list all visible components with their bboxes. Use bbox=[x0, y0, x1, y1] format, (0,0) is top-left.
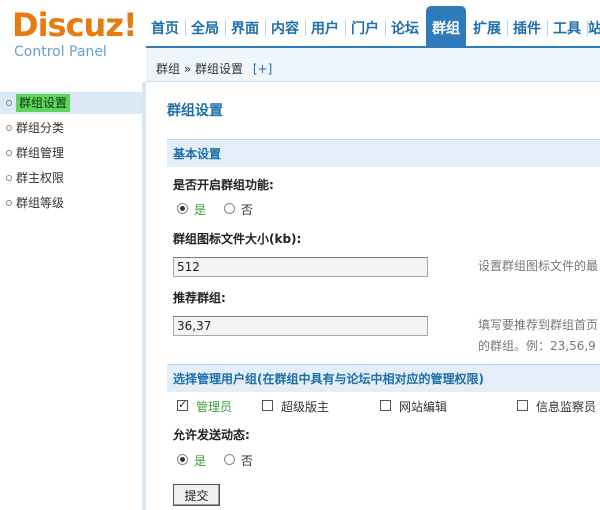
editor-checkbox-label[interactable]: 网站编辑 bbox=[399, 400, 447, 414]
nav-plugin[interactable]: 插件 bbox=[508, 6, 546, 46]
admin-groups-header: 选择管理用户组(在群组中具有与论坛中相对应的管理权限) bbox=[167, 364, 600, 392]
admin-group-inspector[interactable]: 信息监察员 bbox=[517, 398, 596, 414]
sidebar-item-label: 群组分类 bbox=[16, 121, 65, 135]
sidebar: 群组设置 群组分类 群组管理 群主权限 群组等级 bbox=[0, 82, 146, 510]
icon-size-hint: 设置群组图标文件的最 bbox=[478, 259, 599, 273]
enable-group-label: 是否开启群组功能: bbox=[173, 178, 274, 192]
sidebar-item-group-manage[interactable]: 群组管理 bbox=[0, 142, 142, 164]
allow-feed-label: 允许发送动态: bbox=[173, 428, 250, 442]
nav-global[interactable]: 全局 bbox=[186, 6, 224, 46]
admin-groups-checkboxes: 管理员 超级版主 网站编辑 信息监察员 bbox=[177, 398, 600, 414]
nav-content[interactable]: 内容 bbox=[266, 6, 304, 46]
logo-subtitle: Control Panel bbox=[14, 44, 107, 60]
nav-tools[interactable]: 工具 bbox=[548, 6, 586, 46]
editor-checkbox[interactable] bbox=[380, 400, 391, 411]
super-mod-checkbox[interactable] bbox=[262, 400, 273, 411]
enable-group-yes-label[interactable]: 是 bbox=[194, 203, 206, 217]
allow-feed-yes-label[interactable]: 是 bbox=[194, 454, 206, 468]
nav-interface[interactable]: 界面 bbox=[226, 6, 264, 46]
enable-group-no-label[interactable]: 否 bbox=[241, 203, 253, 217]
allow-feed-no-label[interactable]: 否 bbox=[241, 454, 253, 468]
sidebar-item-label: 群组管理 bbox=[16, 146, 65, 160]
top-nav: 首页 全局 界面 内容 用户 门户 论坛 群组 扩展 插件 工具 站 bbox=[146, 6, 600, 46]
inspector-checkbox-label[interactable]: 信息监察员 bbox=[536, 400, 596, 414]
allow-feed-radios: 是 否 bbox=[177, 452, 267, 468]
add-shortcut-link[interactable]: [+] bbox=[253, 62, 272, 76]
header: Discuz! Control Panel 首页 全局 界面 内容 用户 门户 … bbox=[0, 0, 600, 82]
basic-settings-header: 基本设置 bbox=[167, 139, 600, 167]
nav-group[interactable]: 群组 bbox=[426, 6, 466, 46]
super-mod-checkbox-label[interactable]: 超级版主 bbox=[281, 400, 329, 414]
bullet-icon bbox=[6, 199, 12, 206]
recommend-hint-line1: 填写要推荐到群组首页 bbox=[478, 318, 599, 332]
breadcrumb-separator: » bbox=[183, 62, 192, 76]
enable-group-yes-radio[interactable] bbox=[177, 203, 188, 214]
breadcrumb: 群组 » 群组设置 [+] bbox=[156, 60, 272, 77]
sidebar-item-group-levels[interactable]: 群组等级 bbox=[0, 192, 142, 214]
recommend-label: 推荐群组: bbox=[173, 291, 226, 305]
admin-group-admin[interactable]: 管理员 bbox=[177, 398, 232, 414]
logo-title: Discuz! bbox=[12, 6, 138, 44]
admin-checkbox-label[interactable]: 管理员 bbox=[196, 400, 232, 414]
sidebar-item-label: 群组等级 bbox=[16, 196, 65, 210]
bullet-icon bbox=[6, 124, 12, 131]
main-content: 群组设置 基本设置 是否开启群组功能: 是 否 群组图标文件大小(kb): 设置… bbox=[150, 82, 600, 510]
nav-forum[interactable]: 论坛 bbox=[386, 6, 424, 46]
breadcrumb-parent[interactable]: 群组 bbox=[156, 62, 180, 76]
nav-portal[interactable]: 门户 bbox=[346, 6, 384, 46]
logo[interactable]: Discuz! Control Panel bbox=[10, 6, 140, 62]
sidebar-item-group-category[interactable]: 群组分类 bbox=[0, 117, 142, 139]
sidebar-item-label: 群组设置 bbox=[16, 94, 71, 112]
bullet-icon bbox=[6, 174, 12, 181]
allow-feed-no-radio[interactable] bbox=[223, 454, 235, 465]
inspector-checkbox[interactable] bbox=[517, 400, 528, 411]
breadcrumb-current: 群组设置 bbox=[195, 62, 244, 76]
recommend-input[interactable] bbox=[173, 316, 428, 336]
admin-group-super-mod[interactable]: 超级版主 bbox=[262, 398, 329, 414]
recommend-hint-line2: 的群组。例：23,56,9 bbox=[478, 339, 596, 353]
enable-group-no-radio[interactable] bbox=[223, 203, 235, 214]
sidebar-item-group-settings[interactable]: 群组设置 bbox=[0, 92, 142, 114]
nav-extend[interactable]: 扩展 bbox=[468, 6, 506, 46]
bullet-icon bbox=[6, 149, 12, 156]
submit-button[interactable]: 提交 bbox=[173, 484, 220, 506]
enable-group-radios: 是 否 bbox=[177, 201, 267, 217]
icon-size-input[interactable] bbox=[173, 257, 428, 277]
admin-group-editor[interactable]: 网站编辑 bbox=[380, 398, 447, 414]
sidebar-item-owner-permissions[interactable]: 群主权限 bbox=[0, 167, 142, 189]
allow-feed-yes-radio[interactable] bbox=[177, 454, 188, 465]
admin-checkbox[interactable] bbox=[177, 398, 188, 411]
nav-home[interactable]: 首页 bbox=[146, 6, 184, 46]
nav-user[interactable]: 用户 bbox=[306, 6, 344, 46]
nav-site[interactable]: 站 bbox=[588, 6, 600, 46]
breadcrumb-bar: 群组 » 群组设置 [+] bbox=[146, 46, 600, 82]
sidebar-item-label: 群主权限 bbox=[16, 171, 65, 185]
bullet-icon bbox=[6, 99, 12, 106]
page-title: 群组设置 bbox=[167, 103, 223, 119]
icon-size-label: 群组图标文件大小(kb): bbox=[173, 232, 302, 246]
